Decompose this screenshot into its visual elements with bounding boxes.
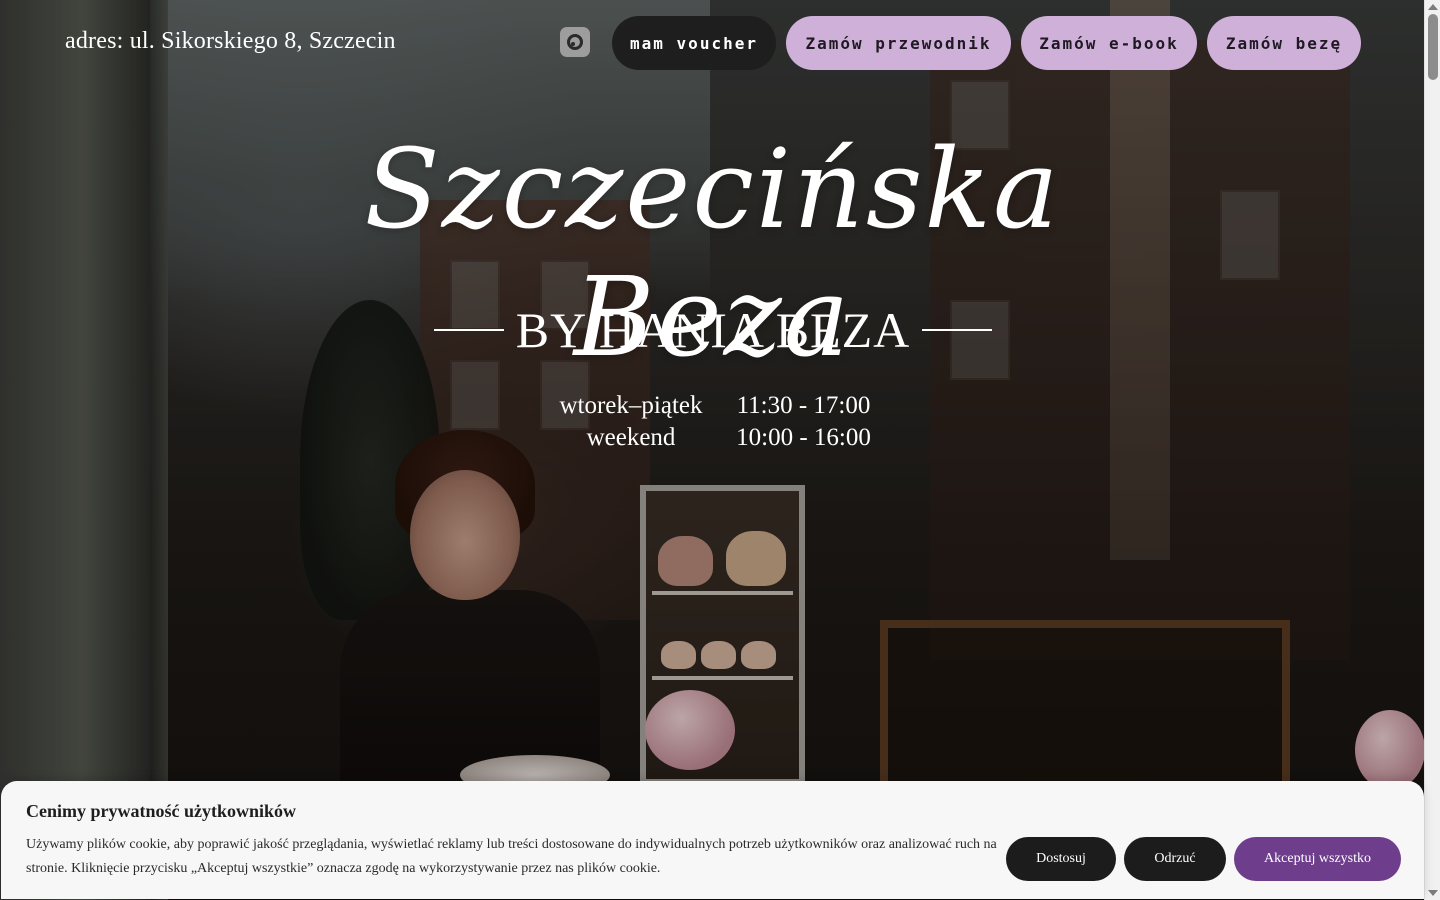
cookie-description: Używamy plików cookie, aby poprawić jako… — [26, 837, 997, 876]
hours-day: wtorek–piątek — [559, 392, 703, 419]
order-beza-button[interactable]: Zamów bezę — [1207, 16, 1361, 70]
cookie-title: Cenimy prywatność użytkowników — [26, 801, 297, 821]
hours-time: 10:00 - 16:00 — [736, 424, 871, 451]
scroll-thumb[interactable] — [1428, 14, 1438, 80]
voucher-button[interactable]: mam voucher — [612, 16, 776, 70]
order-guide-button[interactable]: Zamów przewodnik — [786, 16, 1011, 70]
hours-row: wtorek–piątek 11:30 - 17:00 — [540, 390, 885, 422]
byline-text: BY HANIA BEZA — [515, 302, 911, 358]
hours-time: 11:30 - 17:00 — [736, 392, 871, 419]
cookie-accept-all-button[interactable]: Akceptuj wszystko — [1234, 837, 1401, 881]
cookie-customize-button[interactable]: Dostosuj — [1006, 837, 1116, 881]
cookie-consent-banner: Cenimy prywatność użytkowników Używamy p… — [1, 781, 1424, 899]
page-scrollbar[interactable] — [1424, 0, 1440, 900]
byline-rule-left — [433, 329, 504, 331]
scroll-up-arrow-icon[interactable] — [1428, 4, 1438, 10]
address-text: adres: ul. Sikorskiego 8, Szczecin — [65, 28, 396, 54]
scroll-down-arrow-icon[interactable] — [1428, 890, 1438, 896]
instagram-ring — [567, 34, 583, 50]
instagram-icon[interactable] — [560, 27, 590, 57]
cookie-reject-button[interactable]: Odrzuć — [1124, 837, 1226, 881]
byline: BY HANIA BEZA — [433, 300, 993, 360]
order-ebook-button[interactable]: Zamów e-book — [1021, 16, 1197, 70]
hours-row: weekend 10:00 - 16:00 — [540, 422, 885, 454]
hours-day: weekend — [586, 424, 676, 451]
opening-hours: wtorek–piątek 11:30 - 17:00 weekend 10:0… — [540, 390, 885, 454]
byline-rule-right — [922, 329, 993, 331]
